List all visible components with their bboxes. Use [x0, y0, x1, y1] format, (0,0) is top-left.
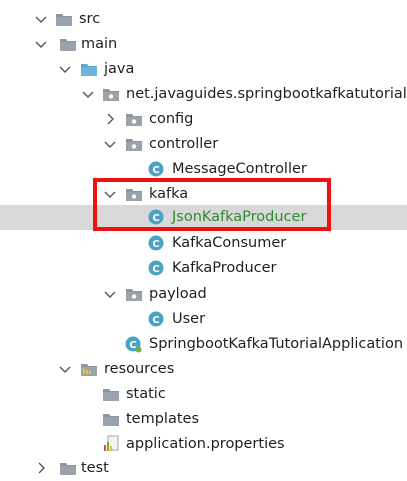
- tree-item-user[interactable]: C User: [0, 307, 407, 332]
- tree-item-label: templates: [126, 411, 200, 427]
- source-folder-icon: [81, 64, 97, 76]
- tree-item-label: MessageController: [172, 161, 307, 177]
- folder-icon: [60, 463, 76, 475]
- tree-item-label: src: [79, 11, 101, 27]
- package-icon: [126, 139, 142, 151]
- tree-item-main[interactable]: main: [0, 32, 407, 57]
- tree-item-message-controller[interactable]: C MessageController: [0, 157, 407, 182]
- tree-item-resources[interactable]: resources: [0, 357, 407, 382]
- chevron-down-icon[interactable]: [57, 361, 73, 377]
- tree-item-kafka-consumer[interactable]: C KafkaConsumer: [0, 231, 407, 256]
- tree-item-label: controller: [149, 136, 219, 152]
- chevron-down-icon[interactable]: [33, 36, 49, 52]
- tree-item-templates[interactable]: templates: [0, 407, 407, 432]
- svg-text:C: C: [152, 315, 159, 326]
- tree-item-label: main: [81, 36, 118, 52]
- package-icon: [126, 114, 142, 126]
- tree-item-label: config: [149, 111, 194, 127]
- tree-item-label: SpringbootKafkaTutorialApplication: [149, 336, 404, 352]
- svg-text:C: C: [152, 165, 159, 176]
- class-icon: C: [148, 161, 164, 177]
- tree-item-label: KafkaProducer: [172, 260, 277, 276]
- chevron-down-icon[interactable]: [33, 11, 49, 27]
- tree-item-application-class[interactable]: C SpringbootKafkaTutorialApplication: [0, 332, 407, 357]
- tree-item-src[interactable]: src: [0, 7, 407, 32]
- chevron-down-icon[interactable]: [57, 61, 73, 77]
- class-icon: C: [148, 235, 164, 251]
- tree-item-label: test: [81, 460, 109, 476]
- tree-item-label: payload: [149, 286, 207, 302]
- project-tree: src main java net.javaguides.springbootk…: [0, 0, 407, 481]
- svg-text:C: C: [152, 264, 159, 275]
- tree-item-json-kafka-producer[interactable]: C JsonKafkaProducer: [0, 205, 407, 230]
- chevron-down-icon[interactable]: [80, 86, 96, 102]
- class-icon: C: [148, 260, 164, 276]
- chevron-right-icon[interactable]: [33, 460, 49, 476]
- chevron-down-icon[interactable]: [102, 286, 118, 302]
- folder-icon: [56, 14, 72, 26]
- svg-text:C: C: [152, 239, 159, 250]
- chevron-down-icon[interactable]: [102, 186, 118, 202]
- tree-item-kafka-producer[interactable]: C KafkaProducer: [0, 256, 407, 281]
- spring-class-icon: C: [125, 336, 142, 353]
- properties-file-icon: [104, 435, 119, 451]
- tree-item-config[interactable]: config: [0, 107, 407, 132]
- tree-item-package-root[interactable]: net.javaguides.springbootkafkatutorial: [0, 82, 407, 107]
- tree-item-label: application.properties: [126, 436, 285, 452]
- tree-item-static[interactable]: static: [0, 382, 407, 407]
- class-icon: C: [148, 209, 164, 225]
- tree-item-label: resources: [104, 361, 175, 377]
- folder-icon: [60, 39, 76, 51]
- chevron-right-icon[interactable]: [102, 111, 118, 127]
- tree-item-label: JsonKafkaProducer: [172, 209, 307, 225]
- chevron-down-icon[interactable]: [102, 136, 118, 152]
- tree-item-test[interactable]: test: [0, 456, 407, 481]
- resources-folder-icon: [81, 364, 97, 376]
- package-icon: [103, 89, 119, 101]
- folder-icon: [103, 389, 119, 401]
- folder-icon: [103, 414, 119, 426]
- tree-item-payload[interactable]: payload: [0, 282, 407, 307]
- tree-item-java[interactable]: java: [0, 57, 407, 82]
- tree-item-label: User: [172, 311, 206, 327]
- class-icon: C: [148, 311, 164, 327]
- tree-item-label: static: [126, 386, 166, 402]
- package-icon: [126, 189, 142, 201]
- tree-item-label: KafkaConsumer: [172, 235, 287, 251]
- tree-item-controller[interactable]: controller: [0, 132, 407, 157]
- tree-item-label: kafka: [149, 186, 189, 202]
- tree-item-label: java: [104, 61, 135, 77]
- svg-text:C: C: [152, 213, 159, 224]
- tree-item-label: net.javaguides.springbootkafkatutorial: [126, 86, 407, 102]
- tree-item-kafka[interactable]: kafka: [0, 182, 407, 207]
- tree-item-application-properties[interactable]: application.properties: [0, 432, 407, 457]
- package-icon: [126, 289, 142, 301]
